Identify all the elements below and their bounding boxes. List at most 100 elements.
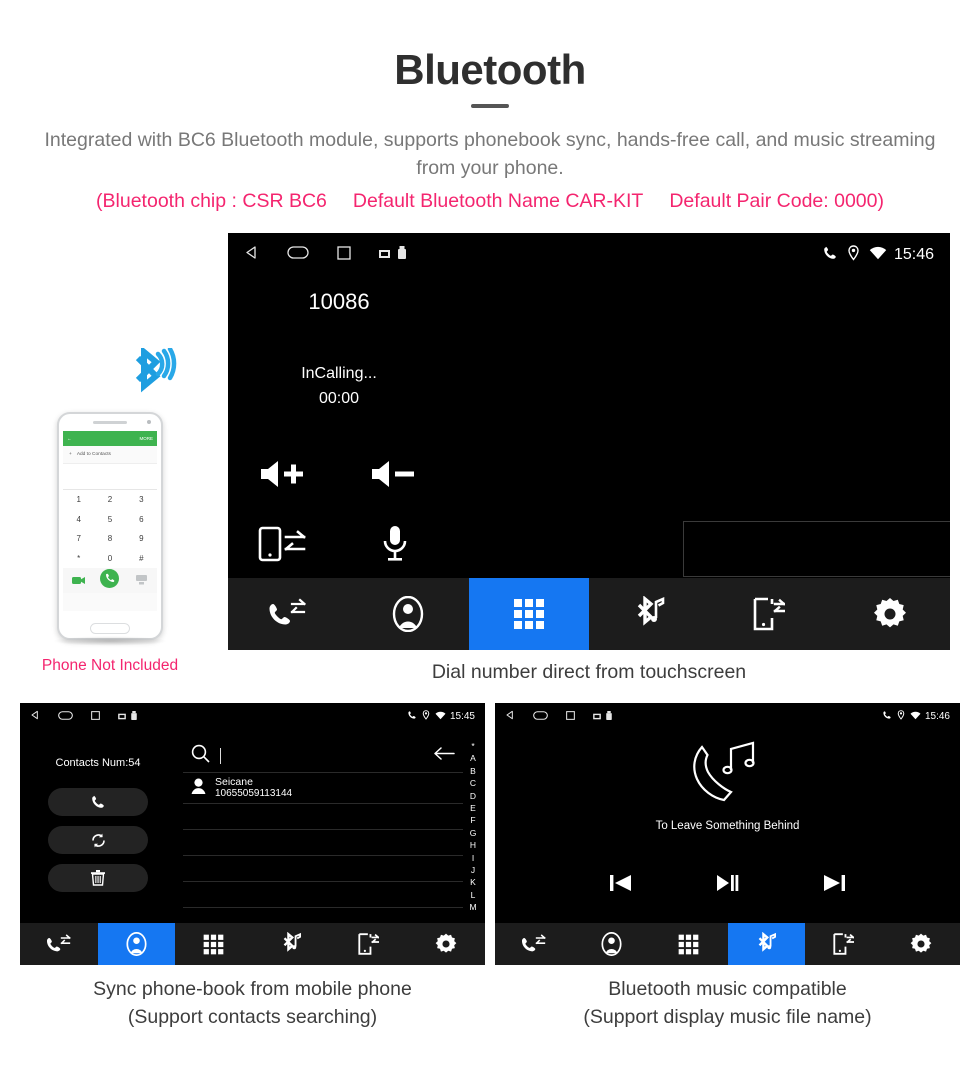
volume-down-icon[interactable]	[370, 458, 420, 495]
contact-list-item[interactable]: Seicane 10655059113144	[183, 773, 463, 804]
music-nav-bar	[495, 923, 960, 965]
previous-track-icon[interactable]	[609, 873, 632, 898]
nav-settings[interactable]	[830, 578, 950, 650]
status-time: 15:46	[924, 710, 950, 722]
phone-add-contact-row: + Add to Contacts	[63, 446, 157, 464]
phone-add-contact-label: Add to Contacts	[76, 452, 111, 457]
nav-bluetooth-music[interactable]	[727, 923, 805, 965]
contact-list-item[interactable]	[183, 830, 463, 856]
bluetooth-music-screen: 15:46 To Leave Something Behind	[495, 703, 960, 965]
index-letter[interactable]: H	[465, 839, 481, 851]
search-back-arrow-icon[interactable]	[433, 747, 455, 765]
contact-list-item[interactable]	[183, 882, 463, 908]
phone-speaker	[93, 421, 127, 424]
phone-key: #	[139, 553, 144, 563]
phone-key: 0	[107, 553, 113, 563]
index-letter[interactable]: M	[465, 901, 481, 913]
usb-icon	[398, 246, 406, 264]
nav-bluetooth-music[interactable]	[253, 923, 331, 965]
nav-contacts[interactable]	[573, 923, 651, 965]
mute-mic-icon[interactable]	[382, 525, 408, 568]
back-icon[interactable]	[505, 707, 515, 725]
sd-card-icon	[118, 707, 126, 725]
nav-phone-link[interactable]	[805, 923, 883, 965]
index-letter[interactable]: L	[465, 889, 481, 901]
nav-keypad[interactable]	[175, 923, 253, 965]
phone-shadow	[52, 636, 168, 646]
index-letter[interactable]: C	[465, 777, 481, 789]
home-icon[interactable]	[58, 707, 73, 725]
delete-contact-button[interactable]	[48, 864, 148, 892]
bluetooth-music-artwork-icon	[495, 741, 960, 809]
phone-video-call-icon	[71, 572, 86, 590]
music-caption-line1: Bluetooth music compatible	[608, 978, 847, 1000]
index-letter[interactable]: J	[465, 864, 481, 876]
nav-call-history[interactable]	[20, 923, 98, 965]
recents-icon[interactable]	[566, 707, 575, 725]
back-icon[interactable]	[30, 707, 40, 725]
nav-phone-link[interactable]	[709, 578, 829, 650]
index-letter[interactable]: E	[465, 802, 481, 814]
index-letter[interactable]: F	[465, 814, 481, 826]
alphabet-index[interactable]: * A B C D E F G H I J K L M	[465, 740, 481, 913]
phone-call-button	[100, 568, 120, 593]
nav-contacts[interactable]	[348, 578, 468, 650]
index-letter[interactable]: A	[465, 752, 481, 764]
bluetooth-signal-icon	[118, 345, 186, 406]
contact-list-item[interactable]	[183, 804, 463, 830]
dialer-status-bar: 15:46	[228, 233, 950, 277]
spec-pair-code: Default Pair Code: 0000)	[669, 190, 884, 212]
contacts-search-bar[interactable]	[183, 740, 463, 773]
music-status-bar: 15:46	[495, 703, 960, 729]
search-text-caret	[220, 748, 221, 764]
phone-icon	[882, 707, 892, 725]
status-time: 15:45	[449, 710, 475, 722]
nav-settings[interactable]	[408, 923, 486, 965]
track-title: To Leave Something Behind	[655, 820, 800, 832]
wifi-icon	[869, 246, 887, 265]
volume-up-icon[interactable]	[259, 458, 309, 495]
contact-phone: 10655059113144	[215, 788, 293, 799]
contact-list-item[interactable]	[183, 856, 463, 882]
phone-screen: ← MORE + Add to Contacts 1 2 3 4 5 6 7 8…	[63, 431, 157, 611]
back-icon[interactable]	[244, 245, 259, 265]
index-letter[interactable]: *	[465, 740, 481, 752]
index-letter[interactable]: I	[465, 852, 481, 864]
phone-key: *	[77, 553, 81, 563]
page-title: Bluetooth	[394, 46, 586, 93]
phone-home-button	[90, 623, 130, 634]
nav-call-history[interactable]	[495, 923, 573, 965]
sync-contacts-button[interactable]	[48, 826, 148, 854]
index-letter[interactable]: K	[465, 876, 481, 888]
play-pause-icon[interactable]	[716, 873, 739, 898]
call-contact-button[interactable]	[48, 788, 148, 816]
dialer-caption: Dial number direct from touchscreen	[431, 661, 747, 683]
location-icon	[897, 707, 905, 725]
nav-phone-link[interactable]	[330, 923, 408, 965]
nav-keypad[interactable]	[468, 578, 589, 650]
index-letter[interactable]: G	[465, 827, 481, 839]
call-controls	[228, 441, 450, 581]
transfer-to-phone-icon[interactable]	[258, 526, 310, 567]
next-track-icon[interactable]	[823, 873, 846, 898]
phone-key: 1	[76, 495, 81, 505]
nav-bluetooth-music[interactable]	[589, 578, 709, 650]
contact-name: Seicane	[215, 776, 253, 788]
recents-icon[interactable]	[91, 707, 100, 725]
number-input-field[interactable]	[683, 521, 950, 577]
plus-icon: +	[69, 452, 72, 457]
nav-settings[interactable]	[883, 923, 961, 965]
contacts-caption-line1: Sync phone-book from mobile phone	[93, 978, 412, 1000]
phone-more-label: MORE	[139, 436, 154, 441]
nav-keypad[interactable]	[650, 923, 728, 965]
nav-contacts[interactable]	[97, 923, 175, 965]
contacts-action-buttons	[48, 788, 148, 902]
index-letter[interactable]: B	[465, 765, 481, 777]
home-icon[interactable]	[533, 707, 548, 725]
nav-call-history[interactable]	[228, 578, 348, 650]
home-icon[interactable]	[287, 246, 309, 264]
index-letter[interactable]: D	[465, 790, 481, 802]
title-divider	[471, 104, 509, 108]
recents-icon[interactable]	[337, 245, 351, 265]
call-status: InCalling... 00:00	[228, 361, 450, 411]
